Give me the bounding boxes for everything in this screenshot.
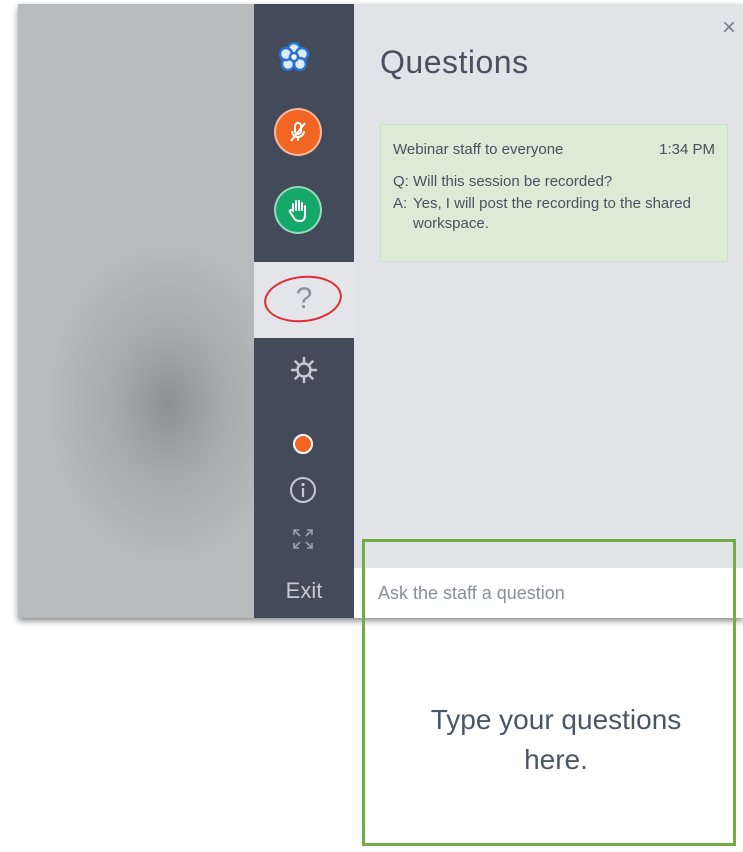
question-tag: Q: <box>393 173 409 190</box>
microphone-muted-icon <box>290 122 306 142</box>
record-dot-icon <box>293 434 313 454</box>
message-header: Webinar staff to everyone 1:34 PM <box>393 141 715 158</box>
flower-logo-icon <box>276 40 312 76</box>
question-line: Q: Will this session be recorded? <box>393 172 715 192</box>
answer-line: A: Yes, I will post the recording to the… <box>393 194 715 234</box>
questions-panel: × Questions Webinar staff to everyone 1:… <box>354 4 743 618</box>
annotation-text: Type your questions here. <box>430 704 682 775</box>
gear-icon <box>290 356 318 384</box>
settings-button[interactable] <box>288 354 320 386</box>
fullscreen-button[interactable] <box>290 526 316 552</box>
raise-hand-button[interactable] <box>274 186 322 234</box>
raise-hand-icon <box>288 200 306 222</box>
close-icon[interactable]: × <box>717 16 741 40</box>
question-text: Will this session be recorded? <box>413 173 613 190</box>
exit-button[interactable]: Exit <box>254 576 354 606</box>
message-time: 1:34 PM <box>659 141 715 158</box>
answer-card: Webinar staff to everyone 1:34 PM Q: Wil… <box>380 124 728 262</box>
webinar-window: ? Exit × Questions Webinar staff to ever… <box>18 4 743 618</box>
annotation-callout-box <box>362 539 736 846</box>
answer-text: Yes, I will post the recording to the sh… <box>413 195 691 232</box>
video-area <box>18 4 254 618</box>
answer-tag: A: <box>393 195 408 212</box>
panel-title: Questions <box>380 44 529 80</box>
info-icon <box>290 477 316 503</box>
fullscreen-icon <box>293 529 313 549</box>
questions-tab[interactable]: ? <box>254 262 354 338</box>
message-sender: Webinar staff to everyone <box>393 141 564 158</box>
info-button[interactable] <box>288 475 318 505</box>
mute-microphone-button[interactable] <box>274 108 322 156</box>
control-rail: ? Exit <box>254 4 354 618</box>
